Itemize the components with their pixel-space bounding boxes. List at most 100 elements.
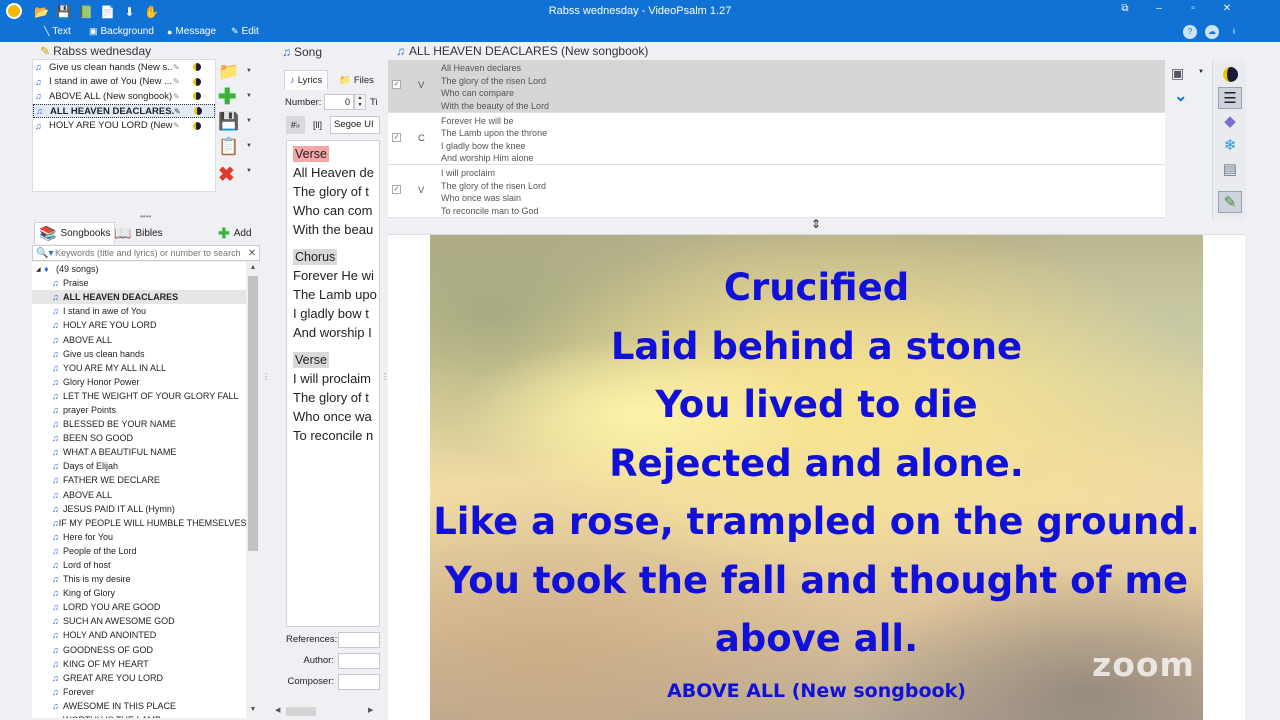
lyrics-editor[interactable]: Verse All Heaven de The glory of t Who can … (286, 140, 380, 627)
song-list-item[interactable]: ♫ HOLY ARE YOU LORD (32, 318, 246, 332)
maximize-button[interactable]: ▫ (1182, 3, 1204, 19)
song-list-item[interactable]: ♫ HOLY AND ANOINTED (32, 628, 246, 642)
song-list-item[interactable]: ♫ Here for You (32, 530, 246, 544)
moon-icon[interactable] (193, 92, 201, 101)
number-spinner[interactable]: ▲ ▼ (354, 94, 366, 110)
minimize-button[interactable]: – (1148, 3, 1170, 19)
tab-songbooks[interactable]: 📚 Songbooks (34, 222, 116, 244)
expand-arrow-icon[interactable]: ◢ (36, 266, 44, 273)
verse-checkbox[interactable]: ✓ (392, 185, 401, 194)
song-list-item[interactable]: ♫ Lord of host (32, 558, 246, 572)
edit-pen-icon[interactable]: ✎ (173, 92, 193, 101)
tab-files[interactable]: 📁 Files (334, 70, 379, 90)
help-icon[interactable]: ? (1183, 25, 1197, 39)
close-button[interactable]: ✕ (1216, 3, 1238, 19)
dropdown-arrow-icon[interactable]: ▼ (1198, 69, 1204, 75)
moon-icon[interactable] (193, 121, 201, 130)
dropdown-arrow-icon[interactable]: ▼ (246, 168, 252, 174)
song-list-item[interactable]: ♫ BLESSED BE YOUR NAME (32, 417, 246, 431)
songbook-root[interactable]: ◢ ♦ (49 songs) (32, 262, 246, 276)
song-list-item[interactable]: ♫ YOU ARE MY ALL IN ALL (32, 361, 246, 375)
song-list-item[interactable]: ♫ JESUS PAID IT ALL (Hymn) (32, 502, 246, 516)
panel-splitter[interactable]: ⋮ (262, 372, 270, 381)
song-list-item[interactable]: ♫WORTHY IS THE LAMB (32, 713, 246, 718)
edit-pen-icon[interactable]: ✎ (173, 77, 193, 86)
song-list-item[interactable]: ♫ I stand in awe of You (32, 304, 246, 318)
schedule-item[interactable]: ♫ ABOVE ALL (New songbook) ✎ (33, 89, 215, 104)
edit-pen-icon[interactable]: ✎ (173, 121, 193, 130)
schedule-item[interactable]: ♫ I stand in awe of You (New ... ✎ (33, 75, 215, 90)
chevron-down-icon[interactable]: ⌄ (1174, 86, 1187, 106)
scrollbar-thumb[interactable] (248, 276, 258, 551)
song-editor-hscroll[interactable]: ◀ ▶ (272, 704, 380, 718)
add-songbook-button[interactable]: ✚ Add (214, 222, 256, 244)
verse-checkbox[interactable]: ✓ (392, 80, 401, 89)
dropdown-arrow-icon[interactable]: ▼ (246, 93, 252, 99)
author-field[interactable] (338, 653, 380, 669)
tab-lyrics[interactable]: ♪ Lyrics (284, 70, 329, 90)
menu-background[interactable]: ▣ Background (89, 26, 154, 37)
song-list-item[interactable]: ♫ ABOVE ALL (32, 488, 246, 502)
cloud-icon[interactable]: ☁ (1205, 25, 1219, 39)
moon-icon[interactable] (194, 107, 202, 116)
number-field[interactable]: 0 (324, 94, 354, 110)
font-selector[interactable]: Segoe UI (330, 116, 380, 134)
song-list-item[interactable]: ♫ ALL HEAVEN DEACLARES (32, 290, 246, 305)
snowflake-icon[interactable]: ❄ (1218, 135, 1242, 157)
song-list-item[interactable]: ♫ BEEN SO GOOD (32, 431, 246, 445)
song-list-item[interactable]: ♫ KING OF MY HEART (32, 657, 246, 671)
song-list-item[interactable]: ♫ SUCH AN AWESOME GOD (32, 614, 246, 628)
scroll-left-icon[interactable]: ◀ (275, 706, 280, 714)
copy-schedule-button[interactable]: 📋 ▼ (218, 137, 258, 162)
menu-edit[interactable]: ✎ Edit (231, 26, 259, 37)
scroll-up-icon[interactable]: ▲ (246, 264, 260, 271)
schedule-item[interactable]: ♫ Give us clean hands (New s... ✎ (33, 60, 215, 75)
song-list-item[interactable]: ♫ GREAT ARE YOU LORD (32, 671, 246, 685)
format-icon[interactable]: [ll] (308, 116, 327, 134)
eraser-icon[interactable]: ◆ (1218, 111, 1242, 133)
composer-field[interactable] (338, 674, 380, 690)
search-icon[interactable]: 🔍▾ (33, 248, 55, 259)
dropdown-arrow-icon[interactable]: ▼ (246, 118, 252, 124)
easel-icon[interactable]: ▤ (1218, 159, 1242, 181)
moon-icon[interactable] (1218, 63, 1242, 85)
verse-row[interactable]: ✓ V I will proclaim The glory of the risen … (388, 165, 1165, 218)
song-list-item[interactable]: ♫ WHAT A BEAUTIFUL NAME (32, 445, 246, 459)
schedule-item[interactable]: ♫ HOLY ARE YOU LORD (New... ✎ (33, 118, 215, 133)
song-list-item[interactable]: ♫ People of the Lord (32, 544, 246, 558)
song-list-item[interactable]: ♫ Glory Honor Power (32, 375, 246, 389)
song-search-input[interactable] (55, 248, 245, 258)
projector-icon[interactable]: ▣ (1171, 65, 1184, 82)
dropdown-arrow-icon[interactable]: ▼ (246, 143, 252, 149)
song-list-scrollbar[interactable]: ▲ ▼ (246, 262, 260, 718)
song-list-item[interactable]: ♫ prayer Points (32, 403, 246, 417)
slide-preview[interactable]: Crucified Laid behind a stone You lived to… (430, 235, 1203, 720)
dropdown-arrow-icon[interactable]: ▼ (246, 68, 252, 74)
add-schedule-button[interactable]: ✚ ▼ (218, 86, 258, 112)
splitter-grip[interactable]: •••• (140, 212, 151, 221)
edit-pen-icon[interactable]: ✎ (174, 107, 194, 116)
scroll-down-icon[interactable]: ▼ (246, 706, 260, 713)
scroll-right-icon[interactable]: ▶ (368, 706, 373, 714)
song-list-item[interactable]: ♫ ABOVE ALL (32, 332, 246, 346)
song-list-item[interactable]: ♫ Forever (32, 685, 246, 699)
song-list-item[interactable]: ♫ Give us clean hands (32, 347, 246, 361)
song-list-item[interactable]: ♫ Days of Elijah (32, 459, 246, 473)
info-icon[interactable]: i (1227, 25, 1241, 39)
moon-icon[interactable] (193, 63, 201, 72)
song-list-item[interactable]: ♫ IF MY PEOPLE WILL HUMBLE THEMSELVES (32, 516, 246, 530)
moon-icon[interactable] (193, 77, 201, 86)
menu-text[interactable]: ╲ Text (44, 26, 71, 37)
pencil-icon[interactable]: ✎ (1218, 191, 1242, 213)
song-list-item[interactable]: ♫ LET THE WEIGHT OF YOUR GLORY FALL (32, 389, 246, 403)
song-list-item[interactable]: ♫ King of Glory (32, 586, 246, 600)
chords-icon[interactable]: #♭ (286, 116, 305, 134)
song-list-item[interactable]: ♫ Praise (32, 276, 246, 290)
edit-pen-icon[interactable]: ✎ (173, 63, 193, 72)
song-list-item[interactable]: ♫ This is my desire (32, 572, 246, 586)
song-list-item[interactable]: ♫ AWESOME IN THIS PLACE (32, 699, 246, 713)
menu-message[interactable]: ● Message (167, 26, 216, 37)
scrollbar-thumb[interactable] (286, 707, 316, 716)
references-field[interactable] (338, 632, 380, 648)
song-list-item[interactable]: ♫ GOODNESS OF GOD (32, 643, 246, 657)
